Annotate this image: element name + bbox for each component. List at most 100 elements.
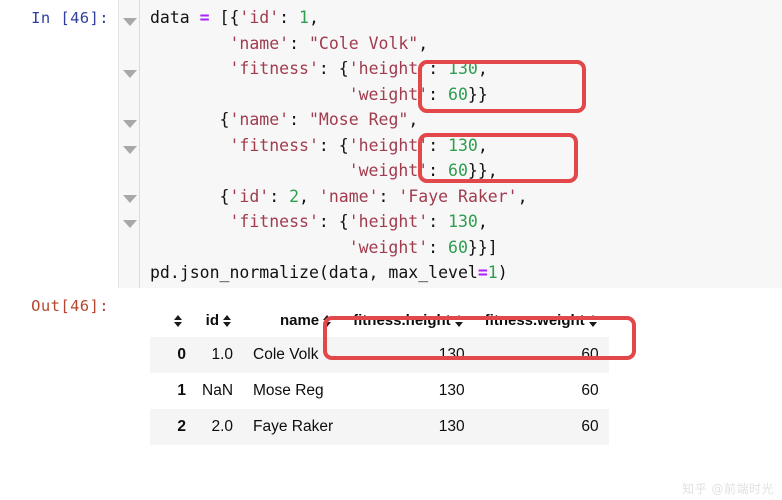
chevron-down-icon[interactable]: [123, 70, 137, 78]
chevron-down-icon[interactable]: [123, 18, 137, 26]
code-token-plain: : {: [318, 59, 349, 78]
table-row: 0 1.0 Cole Volk 130 60: [150, 337, 609, 373]
dataframe-head: id name fitness.height fitness.weight: [150, 306, 609, 337]
sort-updown-icon[interactable]: [323, 314, 332, 329]
code-token-str: 'id': [239, 8, 280, 27]
code-token-plain: ,: [477, 59, 488, 78]
code-token-plain: ,: [418, 33, 429, 53]
column-header-fitness_weight[interactable]: fitness.weight: [474, 306, 609, 337]
code-token-num: 1: [299, 8, 309, 27]
cell-fitness_height: 130: [343, 337, 475, 373]
column-header-label: fitness.height: [353, 312, 451, 329]
code-line: 'weight': 60}},: [150, 158, 782, 184]
code-cell-input[interactable]: In [46]: data = [{'id': 1, 'name': "Cole…: [0, 0, 782, 288]
code-token-op: =: [477, 263, 488, 282]
code-token-plain: :: [428, 135, 449, 155]
row-index-cell: 0: [150, 337, 192, 373]
column-header-id[interactable]: id: [192, 306, 244, 337]
code-token-plain: ,: [477, 135, 488, 155]
cell-fitness_weight: 60: [474, 337, 609, 373]
sort-updown-icon[interactable]: [588, 314, 598, 329]
code-token-str: "Mose Reg": [308, 110, 409, 129]
table-row: 1 NaN Mose Reg 130 60: [150, 373, 609, 409]
chevron-down-icon[interactable]: [123, 146, 137, 154]
chevron-down-icon[interactable]: [123, 220, 137, 228]
chevron-down-icon[interactable]: [123, 120, 137, 128]
code-token-plain: : {: [318, 212, 349, 231]
code-token-num: 1: [487, 263, 498, 282]
dataframe-header-row: id name fitness.height fitness.weight: [150, 306, 609, 337]
code-token-plain: :: [269, 186, 290, 206]
column-header-fitness_height[interactable]: fitness.height: [343, 306, 475, 337]
code-line: {'id': 2, 'name': 'Faye Raker',: [150, 184, 782, 210]
cell-name: Mose Reg: [243, 373, 344, 409]
code-token-plain: ,: [517, 186, 528, 206]
code-token-plain: ,: [299, 186, 319, 206]
cell-fitness_height: 130: [343, 409, 475, 445]
code-token-plain: :: [428, 84, 449, 104]
code-token-plain: :: [279, 8, 300, 27]
code-token-num: 60: [448, 161, 468, 180]
sort-updown-icon[interactable]: [454, 314, 464, 329]
code-token-plain: :: [428, 161, 449, 180]
code-line: data = [{'id': 1,: [150, 5, 782, 31]
code-token-str: "Cole Volk": [308, 33, 419, 53]
cell-fitness_height: 130: [343, 373, 475, 409]
code-line: 'weight': 60}}: [150, 82, 782, 108]
dataframe-output-body: id name fitness.height fitness.weight 0 1.0 C…: [140, 288, 782, 500]
code-token-num: 130: [448, 135, 478, 155]
sort-updown-icon[interactable]: [223, 314, 232, 329]
code-token-num: 130: [448, 212, 478, 231]
sort-updown-icon[interactable]: [174, 314, 183, 329]
column-header-index[interactable]: [150, 306, 192, 337]
code-token-num: 60: [448, 237, 468, 257]
table-row: 2 2.0 Faye Raker 130 60: [150, 409, 609, 445]
code-token-plain: :: [428, 237, 449, 257]
code-token-plain: pd.json_normalize(data, max_level: [150, 263, 478, 282]
input-prompt-column: In [46]:: [0, 0, 118, 288]
code-line: {'name': "Mose Reg",: [150, 107, 782, 133]
code-token-plain: ): [497, 263, 508, 282]
code-token-str: 'name': [229, 33, 290, 53]
column-header-name[interactable]: name: [243, 306, 344, 337]
code-token-str: 'fitness': [229, 135, 319, 155]
cell-fitness_weight: 60: [474, 373, 609, 409]
code-token-plain: }}: [467, 84, 488, 104]
chevron-down-icon[interactable]: [123, 195, 137, 203]
code-token-num: 130: [448, 59, 478, 78]
code-line: 'weight': 60}}]: [150, 235, 782, 261]
code-token-str: 'Faye Raker': [398, 186, 518, 206]
dataframe-body: 0 1.0 Cole Volk 130 60 1 NaN Mose Reg 130 60 2 2.0 F…: [150, 337, 609, 445]
code-editor-area[interactable]: data = [{'id': 1, 'name': "Cole Volk", '…: [140, 0, 782, 288]
code-token-str: 'weight': [348, 161, 429, 180]
column-header-label: fitness.weight: [484, 312, 585, 329]
code-token-plain: :: [289, 33, 309, 53]
code-token-str: 'weight': [348, 237, 429, 257]
code-token-str: 'height': [348, 212, 429, 231]
code-collapse-gutter[interactable]: [118, 0, 140, 288]
code-token-str: 'name': [229, 110, 290, 129]
row-index-cell: 2: [150, 409, 192, 445]
code-token-plain: : {: [318, 135, 349, 155]
code-token-plain: {: [150, 186, 230, 206]
code-token-plain: :: [378, 186, 399, 206]
code-token-str: 'fitness': [229, 212, 319, 231]
column-header-label: id: [205, 312, 220, 329]
cell-name: Cole Volk: [243, 337, 344, 373]
code-token-plain: ,: [308, 8, 319, 27]
code-token-plain: }}]: [467, 237, 498, 257]
code-token-str: 'height': [348, 59, 429, 78]
dataframe-table: id name fitness.height fitness.weight 0 1.0 C…: [150, 306, 609, 445]
code-line: 'name': "Cole Volk",: [150, 31, 782, 57]
code-token-num: 2: [289, 186, 300, 206]
cell-fitness_weight: 60: [474, 409, 609, 445]
code-token-plain: :: [428, 59, 449, 78]
code-line: 'fitness': {'height': 130,: [150, 56, 782, 82]
code-line: 'fitness': {'height': 130,: [150, 209, 782, 235]
code-token-op: =: [199, 8, 210, 27]
